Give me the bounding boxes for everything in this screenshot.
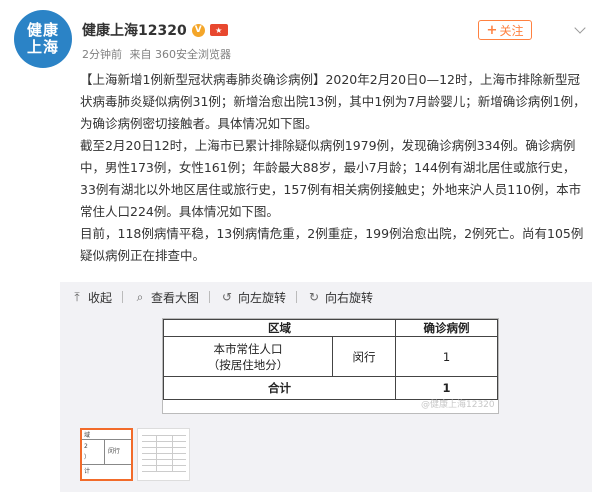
image-watermark: @健康上海12320 bbox=[421, 400, 495, 410]
thumb-line bbox=[142, 459, 186, 460]
post-time[interactable]: 2分钟前 bbox=[82, 48, 122, 61]
magnifier-icon: ⌕ bbox=[136, 289, 144, 304]
chevron-down-icon[interactable] bbox=[574, 22, 586, 34]
thumb-text: 域 bbox=[84, 432, 91, 439]
thumbnail-2[interactable] bbox=[137, 428, 190, 481]
rotate-right-icon: ↻ bbox=[309, 290, 320, 304]
post-content: 【上海新增1例新型冠状病毒肺炎确诊病例】2020年2月20日0—12时，上海市排… bbox=[80, 69, 590, 267]
rotate-left-label: 向左旋转 bbox=[238, 290, 287, 305]
row-region: 本市常住人口 （按居住地分） bbox=[163, 336, 333, 377]
rotate-left-icon: ↺ bbox=[222, 290, 233, 304]
thumb-line bbox=[142, 471, 186, 472]
row-region-line1: 本市常住人口 bbox=[213, 341, 283, 356]
collapse-label: 收起 bbox=[88, 290, 113, 305]
thumb-line bbox=[142, 447, 186, 448]
avatar-text: 健康上海 bbox=[26, 21, 59, 56]
medal-icon: ★ bbox=[209, 24, 228, 36]
avatar[interactable]: 健康上海 bbox=[14, 10, 72, 68]
post-paragraph: 【上海新增1例新型冠状病毒肺炎确诊病例】2020年2月20日0—12时，上海市排… bbox=[80, 72, 586, 131]
rotate-left-button[interactable]: ↺ 向左旋转 bbox=[220, 289, 286, 306]
follow-button[interactable]: + 关注 bbox=[478, 20, 532, 40]
thumb-text: ） bbox=[84, 454, 91, 461]
post-meta: 2分钟前 来自 360安全浏览器 bbox=[82, 46, 235, 62]
thumb-text: 计 bbox=[84, 468, 91, 475]
thumb-line bbox=[104, 439, 105, 464]
thumb-line bbox=[142, 453, 186, 454]
rotate-right-label: 向右旋转 bbox=[325, 290, 374, 305]
row-cases: 1 bbox=[395, 336, 498, 377]
thumb-line bbox=[156, 435, 157, 471]
divider bbox=[209, 291, 211, 303]
thumb-line bbox=[142, 435, 186, 436]
thumb-text: 2 bbox=[84, 443, 88, 450]
thumb-line bbox=[142, 441, 186, 442]
case-table: 区域 确诊病例 本市常住人口 （按居住地分） 闵行 1 合计 1 bbox=[163, 319, 498, 400]
divider bbox=[122, 291, 124, 303]
post-source: 来自 360安全浏览器 bbox=[129, 48, 232, 61]
view-large-label: 查看大图 bbox=[151, 290, 200, 305]
collapse-button[interactable]: ⤒ 收起 bbox=[70, 289, 112, 306]
thumb-text: 闵行 bbox=[108, 448, 121, 455]
header-region: 区域 bbox=[163, 319, 396, 337]
view-large-button[interactable]: ⌕ 查看大图 bbox=[133, 289, 199, 306]
thumb-line bbox=[172, 435, 173, 471]
thumbnail-1[interactable]: 域 2 ） 计 闵行 bbox=[80, 428, 133, 481]
thumb-line bbox=[82, 439, 131, 440]
post-paragraph: 目前，118例病情平稳，13例病情危重，2例重症，199例治愈出院，2例死亡。尚… bbox=[80, 226, 584, 263]
row-region-line2: （按居住地分） bbox=[207, 357, 289, 372]
table-header-row: 区域 确诊病例 bbox=[163, 319, 498, 337]
author-name[interactable]: 健康上海12320 bbox=[82, 20, 187, 40]
verified-badge-icon: V bbox=[191, 23, 205, 37]
post-image[interactable]: 区域 确诊病例 本市常住人口 （按居住地分） 闵行 1 合计 1 @健康上海12… bbox=[162, 318, 499, 414]
weibo-post: 健康上海 健康上海12320 V ★ 2分钟前 来自 360安全浏览器 + 关注… bbox=[0, 0, 600, 492]
divider bbox=[296, 291, 298, 303]
total-label: 合计 bbox=[163, 376, 396, 400]
thumb-line bbox=[82, 464, 131, 465]
post-paragraph: 截至2月20日12时，上海市已累计排除疑似病例1979例，发现确诊病例334例。… bbox=[80, 138, 582, 219]
author-row: 健康上海12320 V ★ bbox=[82, 20, 228, 40]
table-row: 本市常住人口 （按居住地分） 闵行 1 bbox=[163, 336, 498, 377]
collapse-icon: ⤒ bbox=[74, 289, 80, 304]
follow-label: 关注 bbox=[499, 23, 524, 38]
media-toolbar: ⤒ 收起 ⌕ 查看大图 ↺ 向左旋转 ↻ 向右旋转 bbox=[70, 286, 373, 308]
rotate-right-button[interactable]: ↻ 向右旋转 bbox=[307, 289, 373, 306]
media-panel: ⤒ 收起 ⌕ 查看大图 ↺ 向左旋转 ↻ 向右旋转 区域 确诊病例 本市常住人口… bbox=[60, 282, 592, 492]
thumbnail-strip: 域 2 ） 计 闵行 bbox=[80, 428, 190, 481]
plus-icon: + bbox=[486, 22, 498, 38]
thumb-line bbox=[142, 465, 186, 466]
row-district: 闵行 bbox=[332, 336, 396, 377]
header-cases: 确诊病例 bbox=[395, 319, 498, 337]
